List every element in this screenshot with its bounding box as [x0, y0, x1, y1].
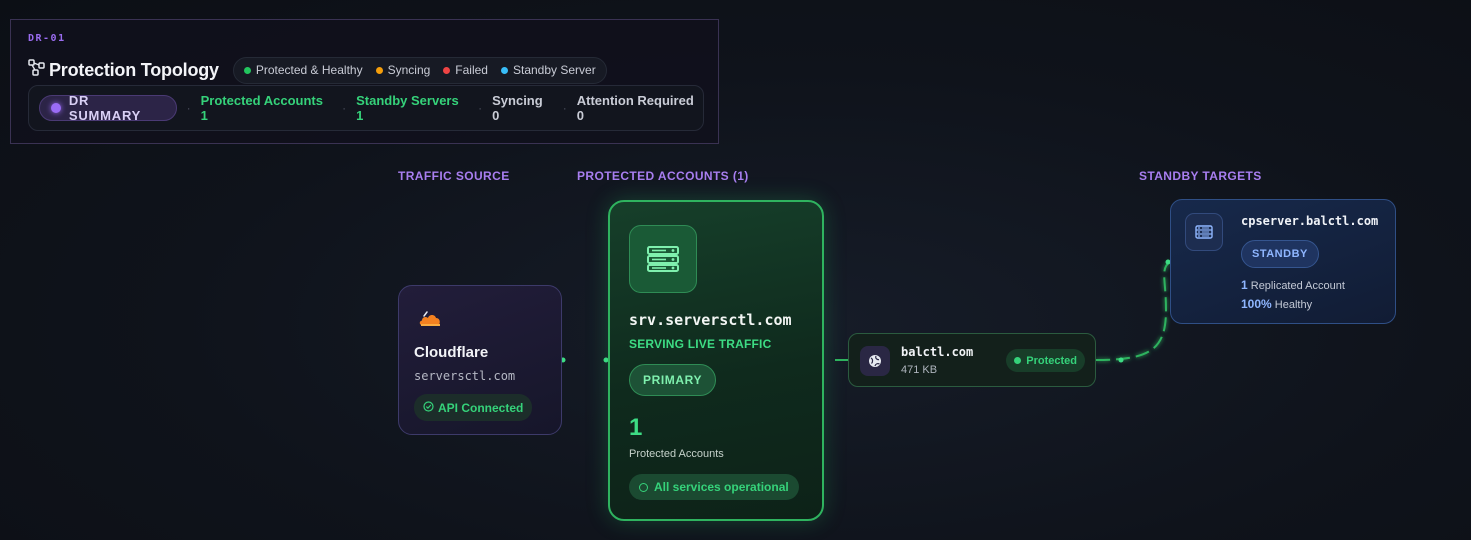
api-status-badge: API Connected	[414, 394, 533, 421]
standby-health: 100% Healthy	[1241, 297, 1312, 311]
status-dot-icon	[375, 66, 383, 74]
dr-summary-bar: DR SUMMARY · Protected Accounts 1 · Stan…	[28, 85, 704, 131]
stat-standby-servers: Standby Servers 1	[356, 93, 459, 123]
primary-role-badge: PRIMARY	[629, 364, 717, 396]
primary-hostname: srv.serversctl.com	[629, 311, 792, 329]
page-title: Protection Topology	[49, 59, 219, 80]
protected-account-row[interactable]: balctl.com 471 KB Protected	[848, 333, 1096, 387]
summary-dot-icon	[51, 103, 61, 113]
source-domain: serversctl.com	[414, 369, 516, 383]
replicated-label: Replicated Account	[1250, 280, 1345, 292]
separator: ·	[186, 101, 191, 115]
standby-hostname: cpserver.balctl.com	[1241, 214, 1379, 228]
account-to-standby-connector	[1095, 259, 1171, 363]
status-legend: Protected & Healthy Syncing Failed Stand…	[232, 56, 607, 84]
account-status-badge: Protected	[1006, 349, 1085, 372]
check-circle-icon	[423, 399, 434, 417]
cloudflare-icon	[418, 310, 442, 333]
account-size: 471 KB	[901, 364, 938, 376]
separator: ·	[562, 101, 567, 115]
status-ring-icon	[639, 482, 648, 492]
account-domain: balctl.com	[901, 345, 974, 359]
primary-to-account-connector	[834, 334, 848, 388]
traffic-source-card[interactable]: Cloudflare serversctl.com API Connected	[398, 285, 562, 435]
primary-status-text: SERVING LIVE TRAFFIC	[629, 337, 772, 351]
primary-server-card[interactable]: srv.serversctl.com SERVING LIVE TRAFFIC …	[608, 200, 824, 521]
healthy-label: Healthy	[1274, 299, 1313, 311]
server-icon	[1185, 213, 1223, 251]
column-label-protected-accounts: PROTECTED ACCOUNTS (1)	[577, 169, 749, 183]
status-dot-icon	[1014, 357, 1022, 364]
status-dot-icon	[500, 66, 508, 74]
legend-item-syncing: Syncing	[375, 63, 430, 77]
health-status-badge: All services operational	[629, 474, 799, 500]
source-name: Cloudflare	[414, 344, 489, 361]
stat-protected-accounts: Protected Accounts 1	[200, 93, 323, 123]
standby-role-badge: STANDBY	[1241, 240, 1319, 268]
legend-item-healthy: Protected & Healthy	[243, 63, 363, 77]
panel-code: DR-01	[28, 33, 66, 44]
column-label-traffic-source: TRAFFIC SOURCE	[398, 169, 510, 183]
globe-icon	[860, 346, 890, 376]
separator: ·	[478, 101, 483, 115]
replicated-accounts: 1 Replicated Account	[1241, 278, 1345, 292]
legend-item-failed: Failed	[443, 63, 488, 77]
status-dot-icon	[243, 66, 251, 74]
standby-server-card[interactable]: cpserver.balctl.com STANDBY 1 Replicated…	[1170, 199, 1396, 324]
legend-item-standby: Standby Server	[500, 63, 596, 77]
source-to-primary-connector	[560, 357, 609, 363]
separator: ·	[342, 101, 347, 115]
dr-summary-pill: DR SUMMARY	[39, 93, 177, 123]
stat-syncing: Syncing 0	[492, 93, 543, 123]
replicated-count: 1	[1241, 278, 1248, 292]
stat-attention: Attention Required 0	[576, 93, 694, 123]
topology-icon	[28, 59, 45, 81]
protected-account-count: 1	[629, 414, 643, 441]
healthy-percent: 100%	[1241, 297, 1272, 311]
status-dot-icon	[443, 66, 451, 74]
protected-account-count-label: Protected Accounts	[629, 448, 724, 460]
server-icon	[629, 225, 697, 293]
header-panel: DR-01 Protection Topology Protected & He…	[10, 19, 719, 144]
column-label-standby-targets: STANDBY TARGETS	[1139, 169, 1262, 183]
title-row: Protection Topology Protected & Healthy …	[28, 56, 607, 84]
